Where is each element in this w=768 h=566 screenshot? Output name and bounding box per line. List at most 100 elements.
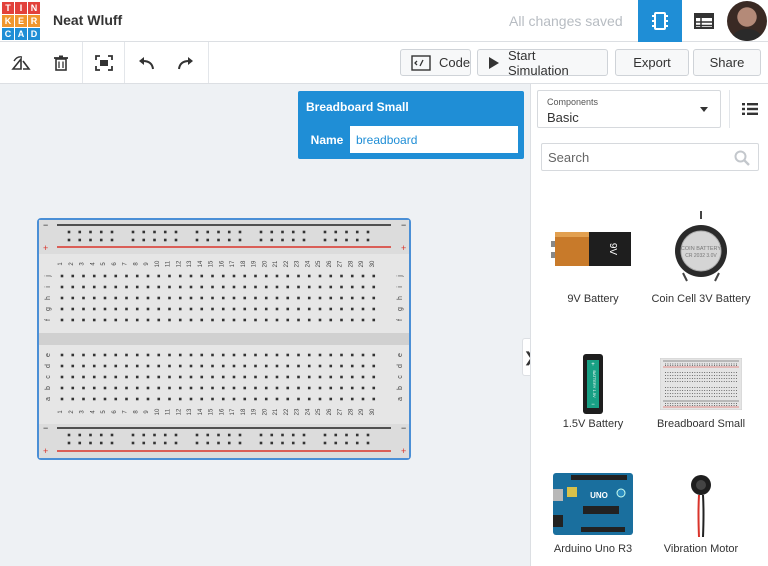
rail-hole bbox=[67, 433, 71, 437]
terminal-hole bbox=[60, 364, 64, 368]
rail-hole bbox=[281, 230, 284, 234]
rail-hole bbox=[78, 230, 82, 234]
rail-hole bbox=[67, 230, 71, 234]
name-field-row: Name bbox=[303, 125, 519, 154]
rail-hole bbox=[238, 433, 242, 437]
terminal-hole bbox=[92, 307, 96, 311]
component-vibration-motor[interactable]: Vibration Motor bbox=[646, 459, 756, 559]
terminal-hole bbox=[178, 364, 182, 368]
component-coin-cell-battery[interactable]: COIN BATTERY CR 2032 3.0V Coin Cell 3V B… bbox=[646, 204, 756, 329]
row-letter: e bbox=[397, 353, 404, 357]
column-number: 27 bbox=[338, 260, 344, 267]
terminal-hole bbox=[82, 318, 85, 322]
share-button[interactable]: Share bbox=[693, 49, 761, 76]
delete-button[interactable] bbox=[40, 42, 82, 83]
logo-letter: I bbox=[15, 2, 27, 14]
terminal-hole bbox=[318, 364, 322, 368]
circuit-view-button[interactable] bbox=[638, 0, 682, 42]
list-view-button[interactable] bbox=[729, 90, 768, 128]
column-number: 15 bbox=[209, 408, 215, 415]
search-icon[interactable] bbox=[734, 150, 750, 171]
terminal-hole bbox=[200, 386, 204, 390]
user-avatar[interactable] bbox=[727, 1, 767, 41]
terminal-hole bbox=[125, 296, 128, 300]
tinkercad-logo[interactable]: TIN KER CAD bbox=[2, 2, 40, 40]
terminal-hole bbox=[329, 285, 333, 289]
row-letter: a bbox=[45, 397, 52, 401]
terminal-hole bbox=[71, 386, 75, 390]
undo-button[interactable] bbox=[125, 42, 167, 83]
terminal-hole bbox=[200, 397, 204, 401]
export-label: Export bbox=[633, 55, 671, 70]
component-list-view-button[interactable] bbox=[682, 0, 726, 42]
component-arduino-uno-r3[interactable]: UNO Arduino Uno R3 bbox=[538, 459, 648, 559]
breadboard-small[interactable]: − − + + − − + +1 1 2 2 3 3 4 4 5 5 6 6 7 7 8 8 9 9 10 10 11 11 12 12 13… bbox=[37, 218, 411, 460]
column-number: 14 bbox=[198, 260, 204, 267]
export-button[interactable]: Export bbox=[615, 49, 689, 76]
code-button[interactable]: Code bbox=[400, 49, 471, 76]
column-number: 29 bbox=[359, 408, 365, 415]
terminal-hole bbox=[275, 364, 279, 368]
terminal-hole bbox=[157, 397, 161, 401]
top-bar: TIN KER CAD Neat Wluff All changes saved bbox=[0, 0, 768, 42]
terminal-hole bbox=[307, 285, 311, 289]
rail-hole bbox=[366, 230, 370, 234]
terminal-hole bbox=[200, 274, 204, 278]
terminal-hole bbox=[286, 364, 290, 368]
column-number: 13 bbox=[187, 408, 193, 415]
rail-hole bbox=[131, 238, 135, 242]
rail-hole bbox=[217, 433, 220, 437]
breadboard-drawing: − −+ +− −+ +11223344556677889910101111121213… bbox=[39, 220, 409, 458]
component-breadboard-small[interactable]: Breadboard Small bbox=[646, 339, 756, 449]
start-simulation-button[interactable]: Start Simulation bbox=[477, 48, 608, 78]
column-number: 24 bbox=[305, 408, 311, 415]
terminal-hole bbox=[92, 274, 96, 278]
terminal-hole bbox=[103, 386, 107, 390]
row-letter: b bbox=[397, 386, 404, 390]
rail-hole bbox=[281, 238, 284, 242]
terminal-hole bbox=[125, 375, 128, 379]
terminal-hole bbox=[297, 375, 300, 379]
components-dropdown[interactable]: Components Basic bbox=[537, 90, 721, 128]
terminal-hole bbox=[178, 318, 182, 322]
rail-hole bbox=[270, 230, 274, 234]
name-input[interactable] bbox=[350, 126, 518, 153]
terminal-hole bbox=[82, 274, 85, 278]
terminal-hole bbox=[340, 274, 343, 278]
terminal-hole bbox=[329, 318, 333, 322]
terminal-hole bbox=[297, 285, 300, 289]
rail-hole bbox=[345, 441, 348, 445]
terminal-hole bbox=[286, 318, 290, 322]
rail-hole bbox=[195, 238, 199, 242]
terminal-hole bbox=[318, 353, 322, 357]
terminal-hole bbox=[103, 307, 107, 311]
terminal-hole bbox=[189, 386, 193, 390]
component-9v-battery[interactable]: 9V 9V Battery bbox=[538, 204, 648, 329]
project-title[interactable]: Neat Wluff bbox=[53, 12, 122, 28]
battery-9v-text: 9V bbox=[607, 243, 618, 256]
terminal-hole bbox=[125, 274, 128, 278]
row-letter: d bbox=[45, 364, 52, 368]
terminal-hole bbox=[114, 375, 118, 379]
rail-hole bbox=[78, 238, 82, 242]
terminal-hole bbox=[350, 274, 354, 278]
terminal-hole bbox=[361, 386, 365, 390]
terminal-hole bbox=[168, 364, 171, 368]
terminal-hole bbox=[243, 386, 247, 390]
redo-button[interactable] bbox=[165, 42, 207, 83]
terminal-hole bbox=[135, 375, 139, 379]
terminal-hole bbox=[71, 307, 75, 311]
component-1-5v-battery[interactable]: + BATTERY 1.5V − 1.5V Battery bbox=[538, 339, 648, 449]
rotate-button[interactable] bbox=[0, 42, 42, 83]
zoom-to-fit-button[interactable] bbox=[83, 42, 125, 83]
play-icon bbox=[488, 56, 500, 70]
terminal-hole bbox=[372, 274, 376, 278]
terminal-hole bbox=[361, 274, 365, 278]
terminal-hole bbox=[372, 296, 376, 300]
terminal-hole bbox=[82, 296, 85, 300]
search-input[interactable] bbox=[542, 144, 722, 170]
terminal-hole bbox=[307, 386, 311, 390]
component-label: Arduino Uno R3 bbox=[553, 543, 633, 555]
caret-down-icon bbox=[700, 107, 708, 112]
terminal-hole bbox=[350, 353, 354, 357]
